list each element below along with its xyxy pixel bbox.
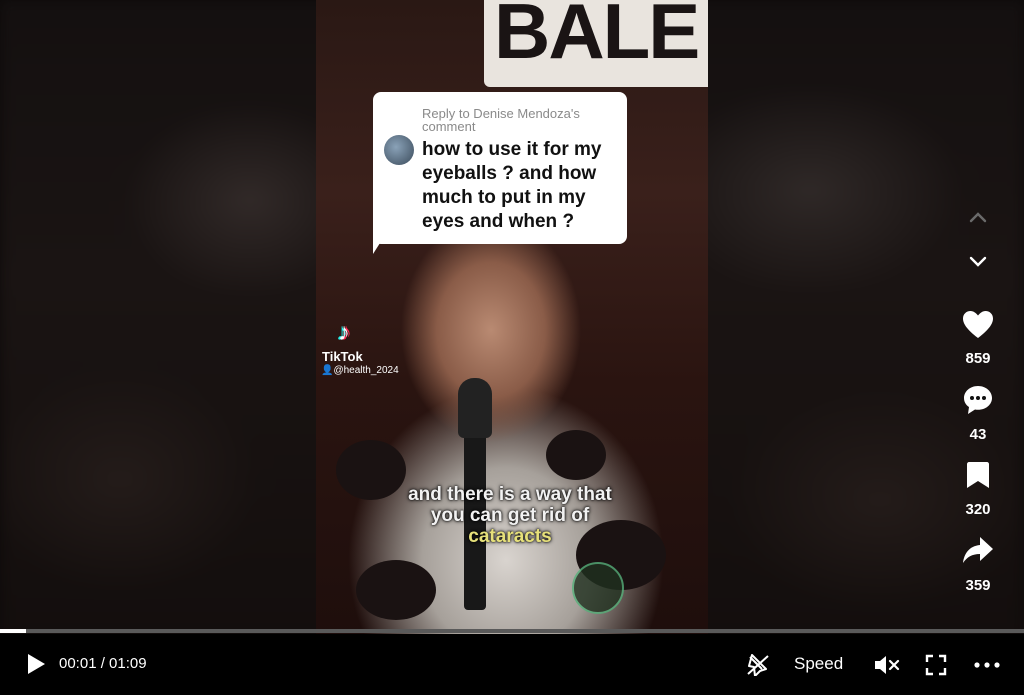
chevron-down-icon[interactable] bbox=[966, 250, 990, 274]
watermark-brand: TikTok bbox=[322, 349, 363, 364]
chevron-up-icon[interactable] bbox=[966, 205, 990, 229]
like-count: 859 bbox=[965, 350, 991, 367]
bookmark-icon[interactable] bbox=[963, 459, 993, 491]
player-controls bbox=[0, 634, 1024, 695]
watermark-handle: 👤@health_2024 bbox=[321, 365, 399, 376]
pip-icon[interactable] bbox=[744, 652, 772, 678]
play-icon[interactable] bbox=[24, 652, 48, 676]
mute-icon[interactable] bbox=[872, 652, 902, 678]
more-icon[interactable] bbox=[972, 652, 1002, 678]
progress-bar[interactable] bbox=[0, 629, 1024, 633]
comment-icon[interactable] bbox=[961, 383, 995, 417]
heart-icon[interactable] bbox=[961, 308, 995, 342]
progress-fill[interactable] bbox=[0, 629, 26, 633]
caption-line: and there is a way that bbox=[408, 484, 612, 505]
microphone bbox=[458, 378, 492, 438]
save-count: 320 bbox=[965, 501, 991, 518]
share-icon[interactable] bbox=[961, 533, 995, 567]
caption-line: you can get rid of bbox=[430, 505, 590, 526]
share-count: 359 bbox=[965, 577, 991, 594]
speed-button[interactable]: Speed bbox=[794, 654, 843, 674]
tiktok-logo-icon: ♪ bbox=[338, 319, 350, 346]
reply-comment-header: Reply to Denise Mendoza's comment bbox=[422, 106, 580, 134]
comment-count: 43 bbox=[969, 426, 987, 443]
avatar bbox=[384, 135, 414, 165]
video-caption: and there is a way that you can get rid … bbox=[360, 484, 660, 547]
reply-comment-text: how to use it for my eyeballs ? and how … bbox=[422, 139, 602, 232]
playback-time: 00:01 / 01:09 bbox=[59, 655, 147, 672]
dress-pattern bbox=[356, 560, 436, 620]
fullscreen-icon[interactable] bbox=[923, 652, 949, 678]
caption-highlight: cataracts bbox=[468, 526, 552, 547]
user-icon: 👤 bbox=[321, 365, 334, 376]
dress-pattern bbox=[546, 430, 606, 480]
logo-watermark bbox=[572, 562, 624, 614]
banner-text: BALE bbox=[494, 0, 700, 75]
reply-comment-tail bbox=[373, 232, 399, 254]
